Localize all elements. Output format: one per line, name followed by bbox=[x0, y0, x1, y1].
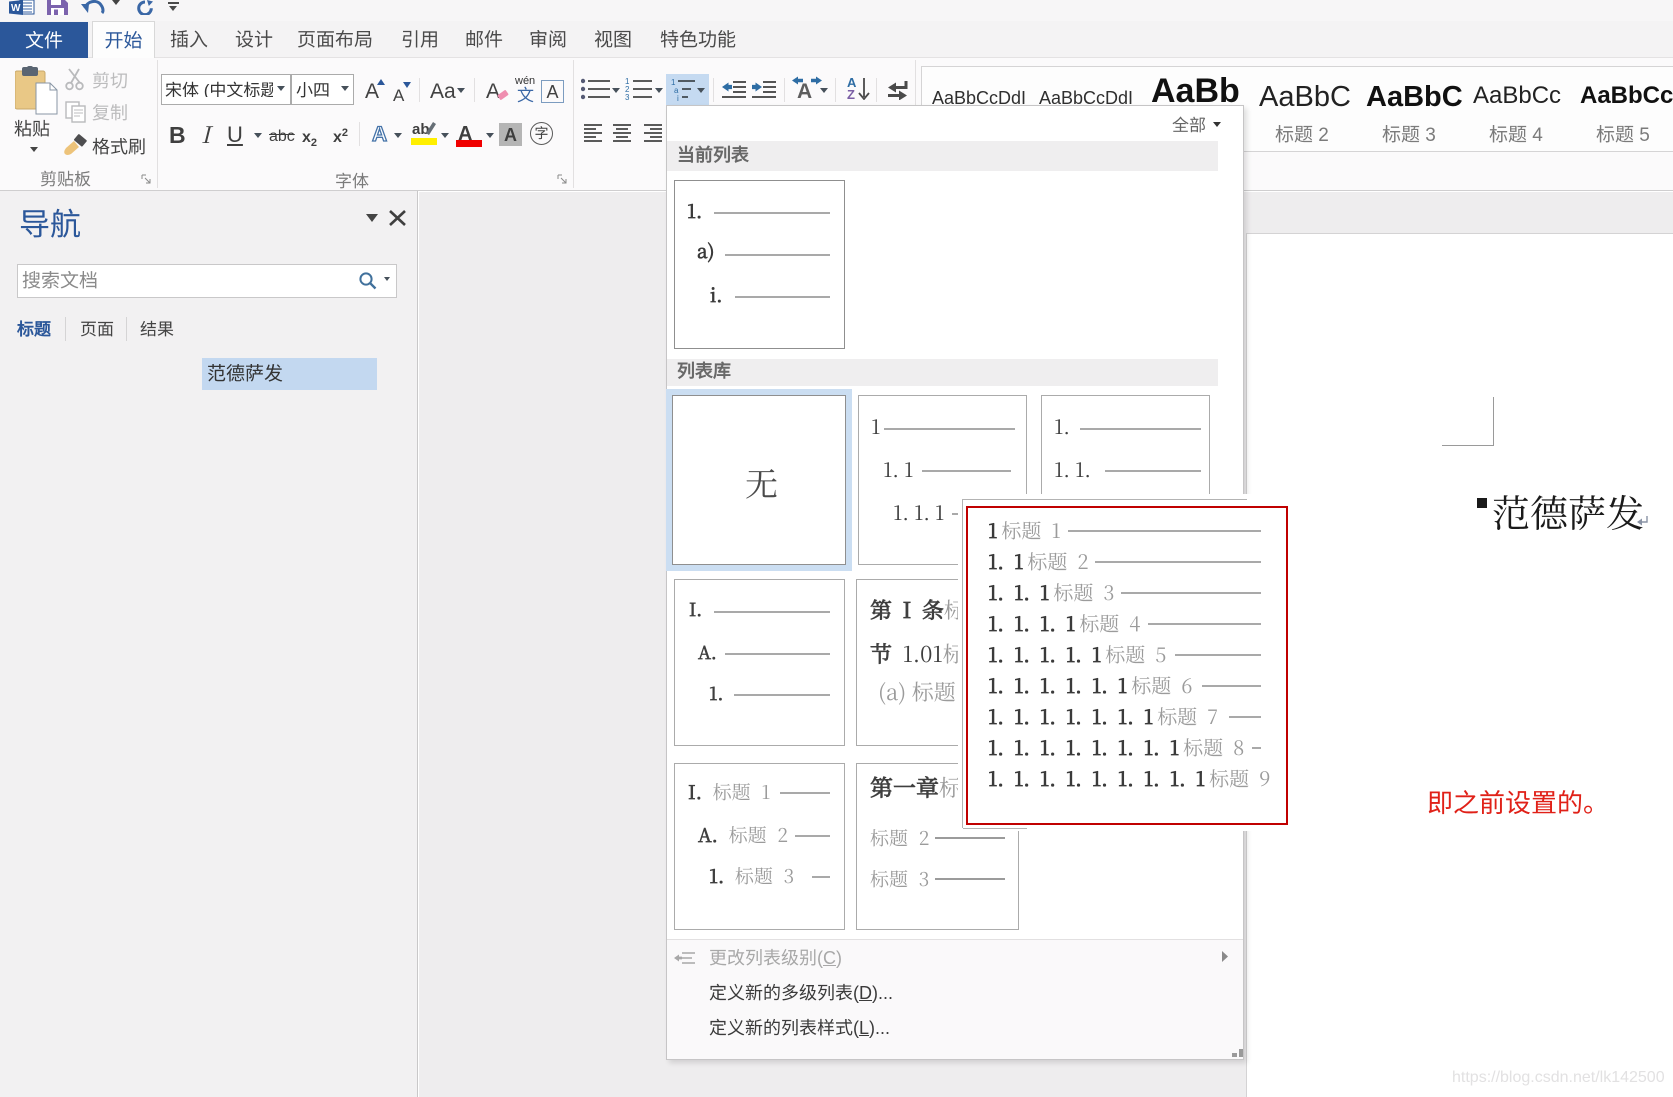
svg-text:3: 3 bbox=[625, 93, 630, 101]
svg-text:W: W bbox=[11, 3, 21, 14]
svg-text:i: i bbox=[677, 94, 679, 102]
